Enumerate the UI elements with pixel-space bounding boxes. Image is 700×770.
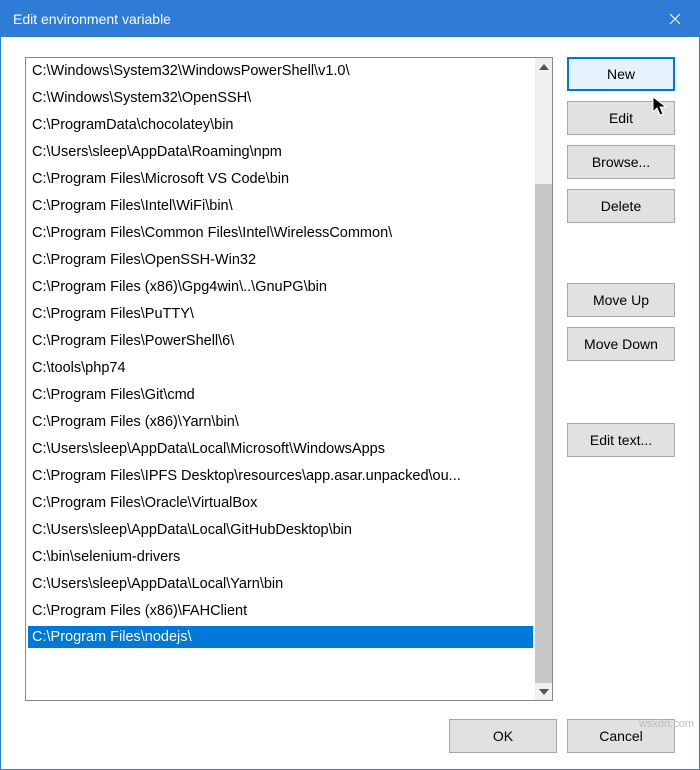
- list-item[interactable]: C:\bin\selenium-drivers: [26, 544, 535, 571]
- scrollbar[interactable]: [535, 58, 552, 700]
- list-item[interactable]: C:\Program Files (x86)\Gpg4win\..\GnuPG\…: [26, 274, 535, 301]
- list-item[interactable]: C:\Program Files\PowerShell\6\: [26, 328, 535, 355]
- main-area: C:\Windows\System32\WindowsPowerShell\v1…: [25, 57, 675, 701]
- ok-button[interactable]: OK: [449, 719, 557, 753]
- spacer: [567, 371, 675, 413]
- list-item[interactable]: C:\Program Files\OpenSSH-Win32: [26, 247, 535, 274]
- list-item[interactable]: C:\Windows\System32\WindowsPowerShell\v1…: [26, 58, 535, 85]
- scroll-down-arrow[interactable]: [535, 683, 552, 700]
- list-item[interactable]: C:\Users\sleep\AppData\Local\Yarn\bin: [26, 571, 535, 598]
- list-item[interactable]: C:\Program Files\Oracle\VirtualBox: [26, 490, 535, 517]
- scroll-thumb[interactable]: [535, 184, 552, 683]
- list-item[interactable]: C:\Users\sleep\AppData\Local\GitHubDeskt…: [26, 517, 535, 544]
- window-title: Edit environment variable: [13, 11, 651, 27]
- delete-button[interactable]: Delete: [567, 189, 675, 223]
- scroll-track[interactable]: [535, 75, 552, 683]
- list-item[interactable]: C:\Program Files\Intel\WiFi\bin\: [26, 193, 535, 220]
- close-button[interactable]: [651, 1, 699, 37]
- list-item[interactable]: C:\ProgramData\chocolatey\bin: [26, 112, 535, 139]
- edit-button[interactable]: Edit: [567, 101, 675, 135]
- list-item-editing[interactable]: [28, 626, 533, 648]
- list-item[interactable]: C:\Program Files (x86)\FAHClient: [26, 598, 535, 625]
- side-button-column: New Edit Browse... Delete Move Up Move D…: [567, 57, 675, 701]
- spacer: [567, 233, 675, 273]
- list-item[interactable]: C:\Users\sleep\AppData\Roaming\npm: [26, 139, 535, 166]
- new-button[interactable]: New: [567, 57, 675, 91]
- list-item[interactable]: C:\Users\sleep\AppData\Local\Microsoft\W…: [26, 436, 535, 463]
- list-item[interactable]: C:\Program Files\IPFS Desktop\resources\…: [26, 463, 535, 490]
- list-item[interactable]: C:\tools\php74: [26, 355, 535, 382]
- list-item[interactable]: C:\Program Files\Microsoft VS Code\bin: [26, 166, 535, 193]
- browse-button[interactable]: Browse...: [567, 145, 675, 179]
- dialog-window: Edit environment variable C:\Windows\Sys…: [0, 0, 700, 770]
- list-item[interactable]: C:\Windows\System32\OpenSSH\: [26, 85, 535, 112]
- dialog-content: C:\Windows\System32\WindowsPowerShell\v1…: [1, 37, 699, 769]
- scroll-up-arrow[interactable]: [535, 58, 552, 75]
- edit-text-button[interactable]: Edit text...: [567, 423, 675, 457]
- path-edit-input[interactable]: [28, 626, 533, 648]
- list-item[interactable]: C:\Program Files\Common Files\Intel\Wire…: [26, 220, 535, 247]
- list-item[interactable]: C:\Program Files (x86)\Yarn\bin\: [26, 409, 535, 436]
- close-icon: [669, 13, 681, 25]
- list-item[interactable]: C:\Program Files\Git\cmd: [26, 382, 535, 409]
- move-up-button[interactable]: Move Up: [567, 283, 675, 317]
- path-listbox[interactable]: C:\Windows\System32\WindowsPowerShell\v1…: [25, 57, 553, 701]
- titlebar: Edit environment variable: [1, 1, 699, 37]
- list-item[interactable]: C:\Program Files\PuTTY\: [26, 301, 535, 328]
- dialog-footer: OK Cancel: [25, 719, 675, 753]
- move-down-button[interactable]: Move Down: [567, 327, 675, 361]
- watermark: wsxdn.com: [639, 718, 694, 730]
